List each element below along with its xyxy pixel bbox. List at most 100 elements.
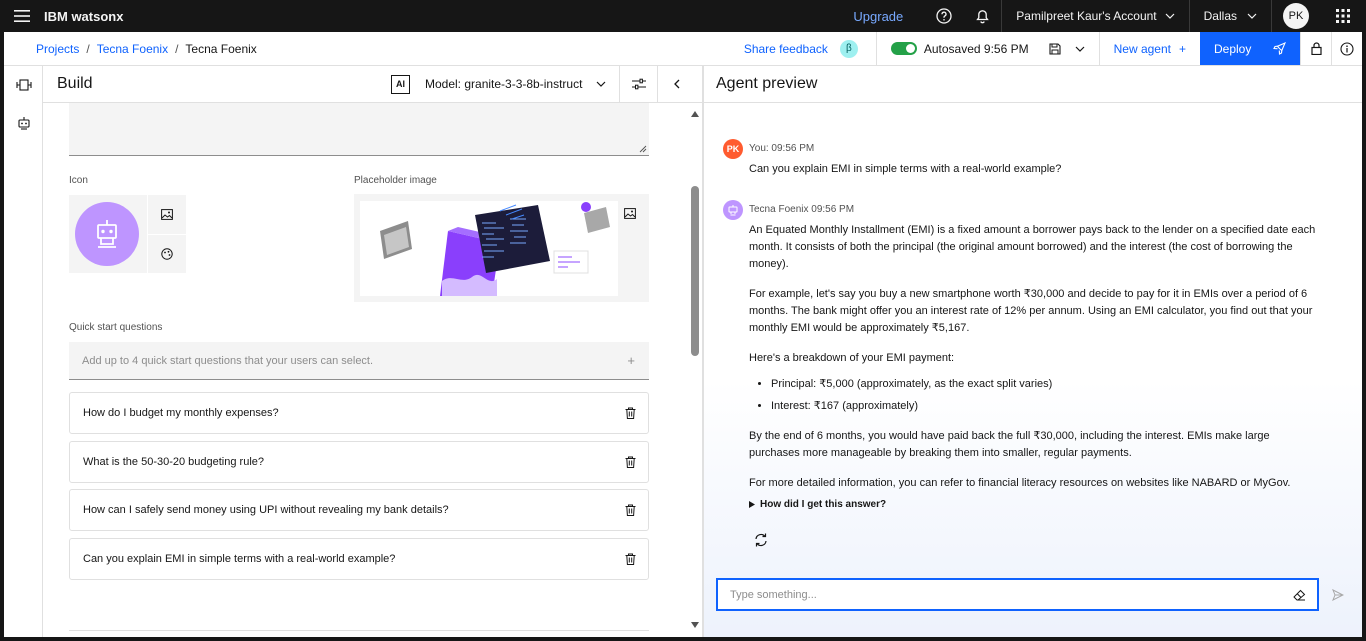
regenerate-icon[interactable] <box>753 532 769 548</box>
agent-preview-title: Agent preview <box>704 66 1362 103</box>
left-rail <box>4 66 43 637</box>
setup-icon[interactable] <box>4 66 43 104</box>
agent-preview-panel: Agent preview PK You: 09:56 PM Can you e… <box>703 66 1362 637</box>
deploy-button[interactable]: Deploy <box>1200 32 1300 65</box>
chevron-down-icon <box>1247 13 1257 19</box>
save-icon[interactable] <box>1049 42 1061 55</box>
trash-icon[interactable] <box>625 504 636 516</box>
ai-badge: AI <box>391 74 410 94</box>
response-paragraph: For more detailed information, you can r… <box>749 477 1291 489</box>
deploy-label: Deploy <box>1214 41 1252 56</box>
menu-icon[interactable] <box>0 0 44 32</box>
scrollbar-thumb[interactable] <box>691 186 699 356</box>
add-question-icon[interactable]: + <box>627 353 635 368</box>
quick-start-placeholder: Add up to 4 quick start questions that y… <box>82 354 374 367</box>
trash-icon[interactable] <box>625 456 636 468</box>
message-meta: Tecna Foenix 09:56 PM <box>749 204 855 215</box>
send-button[interactable] <box>1323 578 1353 611</box>
description-textarea[interactable] <box>69 103 649 156</box>
notification-icon[interactable] <box>963 0 1001 32</box>
eraser-icon[interactable] <box>1293 589 1306 601</box>
chevron-down-icon <box>596 81 606 87</box>
placeholder-image-label: Placeholder image <box>354 175 437 186</box>
upgrade-link[interactable]: Upgrade <box>853 9 925 24</box>
question-text: How can I safely send money using UPI wi… <box>83 504 449 516</box>
breadcrumb-separator: / <box>86 41 90 56</box>
info-icon[interactable] <box>1331 32 1362 65</box>
trash-icon[interactable] <box>625 553 636 565</box>
response-list: Principal: ₹5,000 (approximately, as the… <box>771 376 1319 415</box>
quick-start-question[interactable]: What is the 50-30-20 budgeting rule? <box>69 441 649 483</box>
region-switcher[interactable]: Dallas <box>1188 0 1272 32</box>
scrollbar[interactable] <box>688 109 702 637</box>
image-icon[interactable] <box>610 194 649 233</box>
image-icon[interactable] <box>147 195 186 234</box>
breadcrumb-separator: / <box>175 41 179 56</box>
trash-icon[interactable] <box>625 407 636 419</box>
toggle-switch[interactable] <box>890 42 917 55</box>
response-paragraph: By the end of 6 months, you would have p… <box>749 430 1270 459</box>
model-select[interactable]: Model: granite-3-3-8b-instruct <box>425 77 619 91</box>
rocket-icon <box>1273 42 1286 55</box>
share-feedback-link[interactable]: Share feedback <box>744 42 828 56</box>
chevron-down-icon[interactable] <box>1075 46 1085 52</box>
user-avatar: PK <box>723 139 743 159</box>
collapse-icon[interactable] <box>657 66 695 103</box>
scroll-down-icon[interactable] <box>691 622 699 628</box>
response-paragraph: An Equated Monthly Installment (EMI) is … <box>749 224 1316 270</box>
build-header: Build AI Model: granite-3-3-8b-instruct <box>43 66 702 103</box>
scroll-up-icon[interactable] <box>691 111 699 117</box>
breadcrumb-project[interactable]: Tecna Foenix <box>97 42 168 56</box>
quick-start-label: Quick start questions <box>69 322 163 333</box>
color-palette-icon[interactable] <box>147 234 186 273</box>
list-item: Interest: ₹167 (approximately) <box>771 398 1319 415</box>
placeholder-image-picker <box>354 194 649 302</box>
resize-grip-icon[interactable] <box>639 145 647 153</box>
caret-right-icon <box>749 501 755 508</box>
agent-response: An Equated Monthly Installment (EMI) is … <box>749 222 1319 513</box>
placeholder-illustration <box>360 201 618 296</box>
chat-input[interactable]: Type something... <box>716 578 1319 611</box>
global-header: IBM watsonx Upgrade Pamilpreet Kaur's Ac… <box>0 0 1366 32</box>
message-meta: You: 09:56 PM <box>749 143 815 154</box>
breadcrumb-projects[interactable]: Projects <box>36 42 79 56</box>
settings-sliders-icon[interactable] <box>619 66 657 103</box>
quick-start-question[interactable]: Can you explain EMI in simple terms with… <box>69 538 649 580</box>
account-name: Pamilpreet Kaur's Account <box>1016 9 1157 23</box>
new-agent-button[interactable]: New agent + <box>1098 32 1200 65</box>
icon-picker <box>69 195 186 273</box>
breadcrumb-current: Tecna Foenix <box>185 41 257 56</box>
region-name: Dallas <box>1203 9 1237 23</box>
agent-icon[interactable] <box>4 104 43 142</box>
help-icon[interactable] <box>925 0 963 32</box>
quick-start-question[interactable]: How can I safely send money using UPI wi… <box>69 489 649 531</box>
autosave-toggle[interactable]: Autosaved 9:56 PM <box>875 32 1043 65</box>
model-label: Model: granite-3-3-8b-instruct <box>425 77 583 91</box>
user-avatar[interactable]: PK <box>1283 3 1309 29</box>
chevron-down-icon <box>1165 13 1175 19</box>
app-switcher-icon[interactable] <box>1320 0 1366 32</box>
new-agent-label: New agent <box>1113 41 1171 56</box>
response-paragraph: Here's a breakdown of your EMI payment: <box>749 352 955 364</box>
question-text: Can you explain EMI in simple terms with… <box>83 553 396 565</box>
divider <box>69 630 649 631</box>
quick-start-question[interactable]: How do I budget my monthly expenses? <box>69 392 649 434</box>
send-icon <box>1332 588 1344 601</box>
icon-label: Icon <box>69 175 88 186</box>
autosave-status: Autosaved 9:56 PM <box>923 41 1029 56</box>
product-name[interactable]: IBM watsonx <box>44 9 123 24</box>
response-paragraph: For example, let's say you buy a new sma… <box>749 288 1313 334</box>
agent-avatar-icon <box>723 200 743 220</box>
account-switcher[interactable]: Pamilpreet Kaur's Account <box>1001 0 1188 32</box>
quick-start-input[interactable]: Add up to 4 quick start questions that y… <box>69 342 649 380</box>
build-title: Build <box>57 75 93 92</box>
chat-placeholder: Type something... <box>730 588 817 601</box>
question-text: How do I budget my monthly expenses? <box>83 407 279 419</box>
list-item: Principal: ₹5,000 (approximately, as the… <box>771 376 1319 393</box>
lock-icon[interactable] <box>1300 32 1331 65</box>
question-text: What is the 50-30-20 budgeting rule? <box>83 456 265 468</box>
how-did-i-get-this-answer-toggle[interactable]: How did I get this answer? <box>749 496 1319 513</box>
add-icon: + <box>1178 41 1186 56</box>
breadcrumb: Projects / Tecna Foenix / Tecna Foenix <box>4 42 257 56</box>
page-header: Projects / Tecna Foenix / Tecna Foenix S… <box>4 32 1362 66</box>
